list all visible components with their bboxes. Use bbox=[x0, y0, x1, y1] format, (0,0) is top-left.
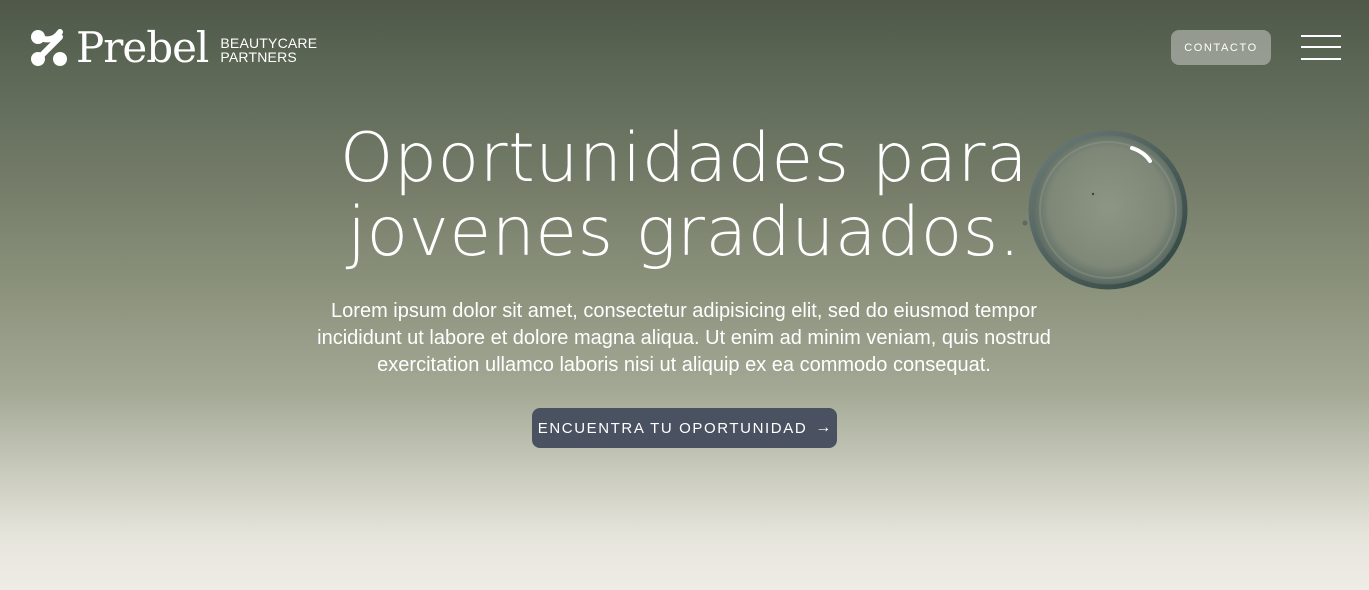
contact-button[interactable]: CONTACTO bbox=[1171, 30, 1271, 65]
hero-description-line1: Lorem ipsum dolor sit amet, consectetur … bbox=[331, 300, 1037, 322]
menu-line bbox=[1301, 46, 1341, 48]
hero-description-line2: incididunt ut labore et dolore magna ali… bbox=[317, 327, 1051, 349]
prebel-logo-icon bbox=[31, 29, 67, 66]
hero-description-line3: exercitation ullamco laboris nisi ut ali… bbox=[377, 354, 991, 376]
logo-wordmark: Prebel bbox=[76, 23, 209, 72]
logo-tagline-line2: PARTNERS bbox=[220, 49, 297, 65]
brand-logo[interactable]: Prebel BEAUTYCARE PARTNERS bbox=[30, 27, 317, 69]
menu-line bbox=[1301, 35, 1341, 37]
hero-headline: Oportunidades para jovenes graduados. bbox=[284, 122, 1084, 270]
hero-headline-line2: jovenes graduados. bbox=[347, 193, 1021, 272]
logo-tagline: BEAUTYCARE PARTNERS bbox=[220, 32, 317, 64]
hero-section: Prebel BEAUTYCARE PARTNERS CONTACTO Opor… bbox=[0, 0, 1369, 590]
hamburger-menu-icon[interactable] bbox=[1299, 33, 1343, 63]
water-droplet-image bbox=[1022, 130, 1188, 290]
find-opportunity-button[interactable]: ENCUENTRA TU OPORTUNIDAD → bbox=[532, 408, 837, 448]
menu-line bbox=[1301, 58, 1341, 60]
logo-tagline-line1: BEAUTYCARE bbox=[220, 35, 318, 51]
arrow-right-icon: → bbox=[815, 419, 832, 436]
hero-description: Lorem ipsum dolor sit amet, consectetur … bbox=[284, 298, 1084, 379]
cta-label: ENCUENTRA TU OPORTUNIDAD bbox=[537, 419, 808, 437]
hero-headline-line1: Oportunidades para bbox=[339, 119, 1029, 198]
